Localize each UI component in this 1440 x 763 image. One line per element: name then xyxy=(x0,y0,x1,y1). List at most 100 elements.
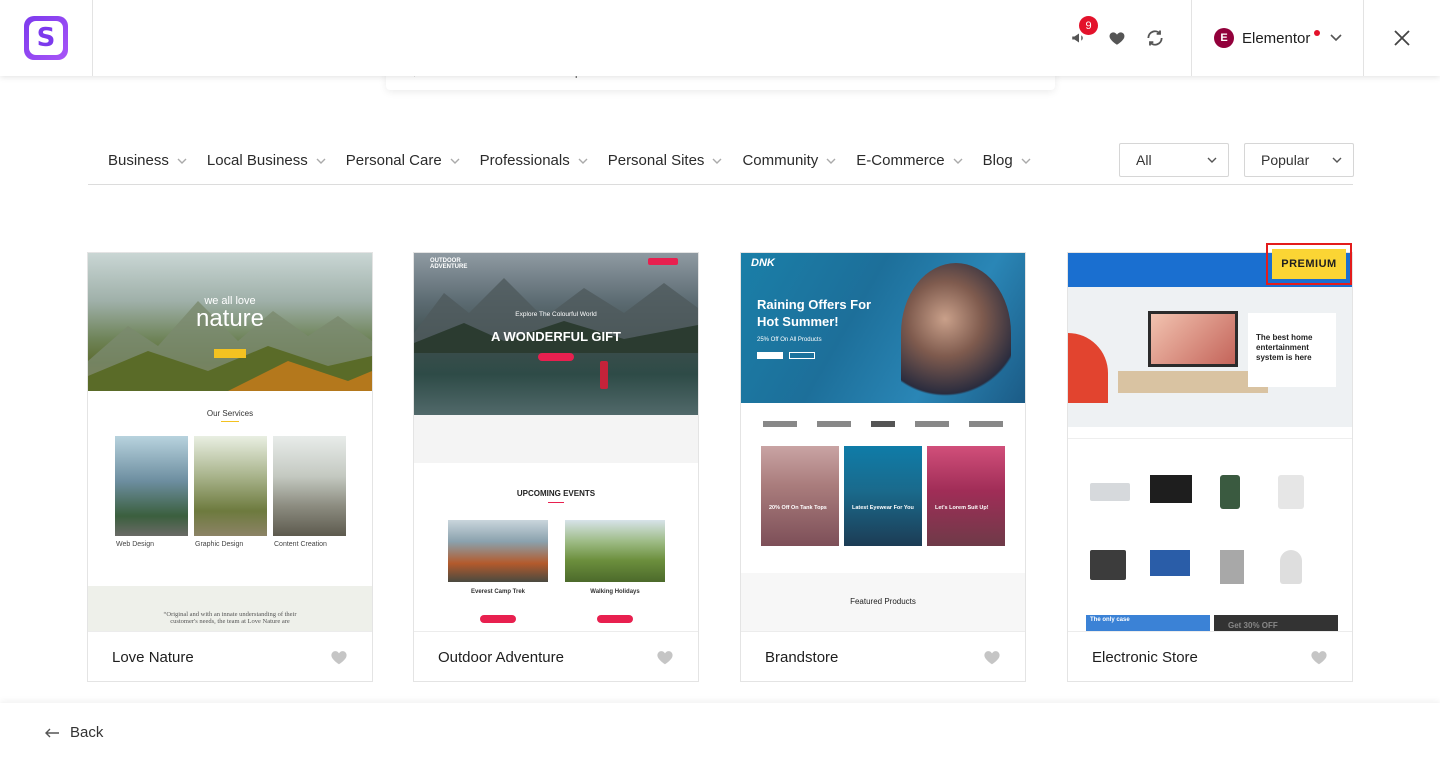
event-label-1: Everest Camp Trek xyxy=(470,589,526,595)
heart-icon[interactable] xyxy=(330,649,348,665)
hero-button xyxy=(538,353,574,361)
service-label-3: Content Creation xyxy=(274,541,327,548)
hero-button-2 xyxy=(789,352,815,359)
hero-sub: 25% Off On All Products xyxy=(757,337,822,343)
benefits-bar xyxy=(1068,427,1352,439)
card-footer: Brandstore xyxy=(741,631,1025,682)
chevron-down-icon xyxy=(578,158,588,164)
promo-label-3: Let's Lorem Suit Up! xyxy=(935,505,989,511)
divider xyxy=(221,421,239,422)
refresh-icon xyxy=(1147,30,1163,46)
logo-cell: S xyxy=(0,0,93,76)
elementor-logo: E xyxy=(1214,28,1234,48)
close-icon xyxy=(1394,30,1410,46)
premium-label: PREMIUM xyxy=(1272,249,1346,279)
category-local-business[interactable]: Local Business xyxy=(207,152,326,169)
notification-badge: 9 xyxy=(1079,16,1098,35)
section-title: Featured Products xyxy=(850,597,916,606)
category-personal-care[interactable]: Personal Care xyxy=(346,152,460,169)
hero-button xyxy=(214,349,246,358)
notifications-button[interactable]: 9 xyxy=(1060,16,1098,52)
sync-button[interactable] xyxy=(1136,24,1174,52)
heart-icon[interactable] xyxy=(983,649,1001,665)
category-label: Professionals xyxy=(479,152,570,169)
category-e-commerce[interactable]: E-Commerce xyxy=(856,152,963,169)
promo-label-1: The only case xyxy=(1090,617,1130,623)
category-personal-sites[interactable]: Personal Sites xyxy=(608,152,723,169)
template-card-outdoor-adventure[interactable]: OUTDOOR ADVENTURE Explore The Colourful … xyxy=(413,252,699,682)
category-list: Business Local Business Personal Care Pr… xyxy=(108,152,1051,169)
header-actions: 9 xyxy=(1060,16,1174,52)
event-label-2: Walking Holidays xyxy=(590,589,640,595)
category-business[interactable]: Business xyxy=(108,152,187,169)
quote-band xyxy=(414,415,698,463)
chevron-down-icon xyxy=(953,158,963,164)
arrow-left-icon xyxy=(45,728,59,737)
chevron-down-icon xyxy=(1207,157,1217,163)
chevron-down-icon xyxy=(177,158,187,164)
service-label-2: Graphic Design xyxy=(195,541,244,548)
builder-status-dot xyxy=(1314,30,1321,36)
category-label: Local Business xyxy=(206,152,308,169)
promo-label-1: 20% Off On Tank Tops xyxy=(769,505,827,511)
category-label: Community xyxy=(742,152,819,169)
hiker-figure xyxy=(600,361,608,389)
hero-line-1: Raining Offers For xyxy=(757,297,872,312)
type-filter-select[interactable]: All xyxy=(1119,143,1229,177)
template-card-electronic-store[interactable]: The best home entertainment system is he… xyxy=(1067,243,1353,682)
heart-icon[interactable] xyxy=(656,649,674,665)
category-professionals[interactable]: Professionals xyxy=(480,152,588,169)
service-image-3 xyxy=(273,436,346,536)
hero-line-2: Hot Summer! xyxy=(757,314,839,329)
service-image-1 xyxy=(115,436,188,536)
chevron-down-icon xyxy=(450,158,460,164)
template-card-brandstore[interactable]: DNK Raining Offers For Hot Summer! 25% O… xyxy=(740,252,1026,682)
favorites-button[interactable] xyxy=(1098,24,1136,52)
builder-label: Elementor xyxy=(1242,29,1311,47)
template-name: Outdoor Adventure xyxy=(438,648,564,666)
hero-kicker: Explore The Colourful World xyxy=(515,311,597,318)
event-button-2 xyxy=(597,615,633,623)
category-label: Personal Sites xyxy=(607,152,705,169)
hero-button-1 xyxy=(757,352,783,359)
category-blog[interactable]: Blog xyxy=(983,152,1031,169)
tv-image xyxy=(1148,311,1238,367)
heart-icon[interactable] xyxy=(1310,649,1328,665)
service-image-2 xyxy=(194,436,267,536)
chevron-down-icon xyxy=(1021,158,1031,164)
brand-logo: DNK xyxy=(751,257,775,269)
filter-bar: Business Local Business Personal Care Pr… xyxy=(88,143,1354,185)
testimonial-quote: “Original and with an innate understandi… xyxy=(163,611,297,625)
category-label: Blog xyxy=(982,152,1013,169)
starter-templates-logo[interactable]: S xyxy=(24,16,68,60)
card-footer: Love Nature xyxy=(88,631,372,682)
partner-logos xyxy=(763,421,1003,431)
chevron-down-icon xyxy=(712,158,722,164)
service-label-1: Web Design xyxy=(116,541,155,548)
promo-tile-2 xyxy=(844,446,922,546)
section-title: UPCOMING EVENTS xyxy=(516,489,596,498)
template-card-love-nature[interactable]: we all love nature Our Services Web Desi… xyxy=(87,252,373,682)
hero-title: nature xyxy=(195,305,265,332)
template-name: Brandstore xyxy=(765,648,839,666)
template-name: Love Nature xyxy=(112,648,194,666)
sort-select[interactable]: Popular xyxy=(1244,143,1354,177)
event-image-2 xyxy=(565,520,665,582)
template-preview: we all love nature Our Services Web Desi… xyxy=(88,253,372,631)
event-button-1 xyxy=(480,615,516,623)
premium-badge: PREMIUM xyxy=(1266,243,1352,285)
promo-label-2: Latest Eyewear For You xyxy=(852,505,914,511)
logo-letter: S xyxy=(29,21,63,55)
chevron-down-icon xyxy=(316,158,326,164)
back-button[interactable]: Back xyxy=(44,724,103,741)
hero-title: The best home entertainment system is he… xyxy=(1256,333,1313,362)
category-label: Personal Care xyxy=(345,152,442,169)
template-preview: OUTDOOR ADVENTURE Explore The Colourful … xyxy=(414,253,698,631)
header-button xyxy=(648,258,678,265)
page-builder-select[interactable]: E Elementor xyxy=(1191,0,1364,76)
bottom-bar: Back xyxy=(0,703,1440,763)
product-grid xyxy=(1090,475,1330,595)
category-label: Business xyxy=(108,152,169,169)
close-button[interactable] xyxy=(1364,0,1440,76)
category-community[interactable]: Community xyxy=(742,152,836,169)
